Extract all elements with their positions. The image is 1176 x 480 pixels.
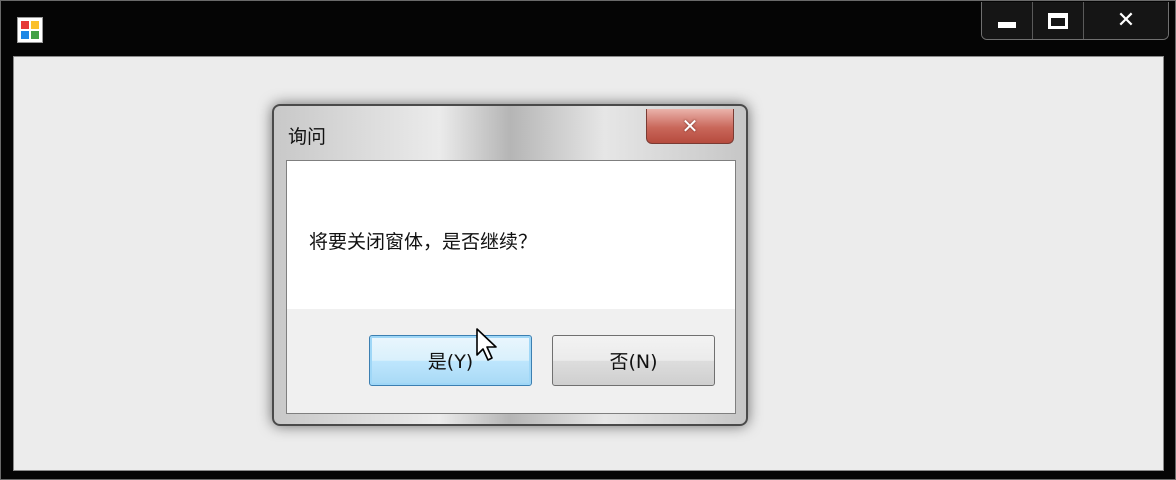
main-window: ✕ 询问 ✕ 将要关闭窗体，是否继续？ 是(Y) 否(N) — [0, 0, 1176, 480]
message-area: 将要关闭窗体，是否继续？ — [287, 161, 735, 309]
dialog-title: 询问 — [288, 126, 327, 148]
dialog-message: 将要关闭窗体，是否继续？ — [309, 231, 538, 253]
app-icon-yellow — [31, 21, 39, 29]
app-icon-green — [31, 31, 39, 39]
window-caption-buttons: ✕ — [981, 2, 1169, 40]
confirm-dialog: 询问 ✕ 将要关闭窗体，是否继续？ 是(Y) 否(N) — [272, 104, 748, 426]
minimize-icon — [998, 21, 1016, 28]
close-icon: ✕ — [1116, 7, 1136, 33]
dialog-body: 将要关闭窗体，是否继续？ 是(Y) 否(N) — [286, 160, 736, 414]
app-icon[interactable] — [17, 17, 43, 43]
minimize-button[interactable] — [982, 2, 1033, 39]
window-close-button[interactable]: ✕ — [1084, 2, 1168, 39]
close-icon: ✕ — [681, 114, 699, 138]
maximize-button[interactable] — [1033, 2, 1084, 39]
app-icon-red — [21, 21, 29, 29]
no-button[interactable]: 否(N) — [552, 335, 715, 386]
dialog-close-button[interactable]: ✕ — [646, 109, 734, 144]
yes-button[interactable]: 是(Y) — [369, 335, 532, 386]
maximize-icon — [1048, 12, 1068, 29]
app-icon-blue — [21, 31, 29, 39]
